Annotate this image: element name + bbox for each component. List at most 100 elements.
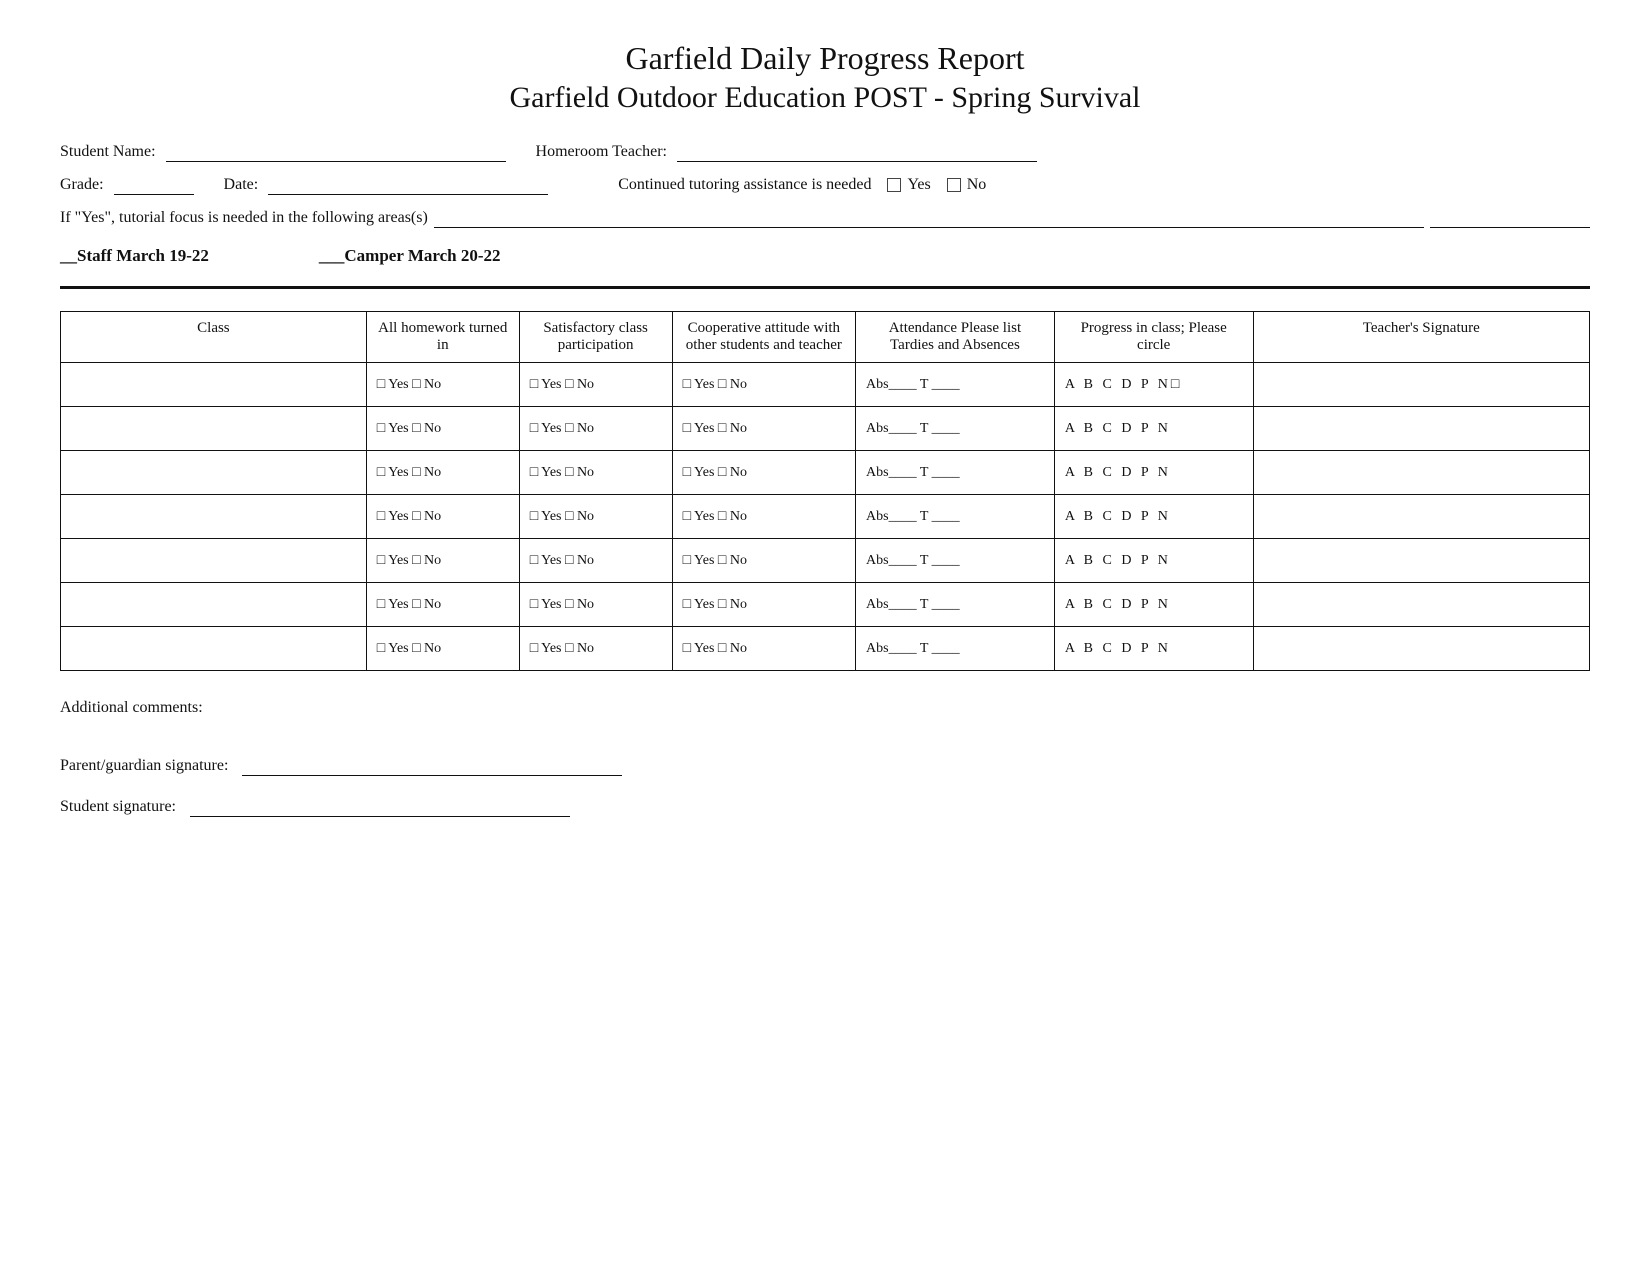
grade-letters-cell[interactable]: A B C D P N	[1054, 627, 1253, 671]
grade-letters-cell[interactable]: A B C D P N□	[1054, 363, 1253, 407]
yes-no-cell-1[interactable]: □ Yes □ No	[519, 583, 672, 627]
title-line2: Garfield Outdoor Education POST - Spring…	[60, 81, 1590, 115]
yes-no-cell-0[interactable]: □ Yes □ No	[366, 451, 519, 495]
date-field[interactable]	[268, 176, 548, 195]
no-checkbox-label[interactable]: No	[947, 176, 987, 194]
camper-label: ___Camper March 20-22	[319, 246, 501, 266]
focus-field[interactable]	[434, 209, 1424, 228]
col-class-header: Class	[61, 312, 367, 363]
grade-date-row: Grade: Date: Continued tutoring assistan…	[60, 176, 1590, 195]
teacher-sig-cell[interactable]	[1253, 451, 1589, 495]
homeroom-teacher-field[interactable]	[677, 143, 1037, 162]
yes-checkbox[interactable]	[887, 178, 901, 192]
col-participation-header: Satisfactory class participation	[519, 312, 672, 363]
no-checkbox[interactable]	[947, 178, 961, 192]
student-name-field[interactable]	[166, 143, 506, 162]
student-sig-line[interactable]	[190, 798, 570, 817]
focus-field2[interactable]	[1430, 209, 1590, 228]
page-header: Garfield Daily Progress Report Garfield …	[60, 40, 1590, 115]
yes-no-cell-0[interactable]: □ Yes □ No	[366, 539, 519, 583]
yes-no-cell-0[interactable]: □ Yes □ No	[366, 363, 519, 407]
yes-no-cell-0[interactable]: □ Yes □ No	[366, 627, 519, 671]
grade-field[interactable]	[114, 176, 194, 195]
table-header-row: Class All homework turned in Satisfactor…	[61, 312, 1590, 363]
abs-t-cell[interactable]: Abs____ T ____	[856, 407, 1055, 451]
student-teacher-row: Student Name: Homeroom Teacher:	[60, 143, 1590, 162]
col-signature-header: Teacher's Signature	[1253, 312, 1589, 363]
divider	[60, 286, 1590, 289]
student-name-label: Student Name:	[60, 143, 156, 161]
homeroom-teacher-label: Homeroom Teacher:	[536, 143, 667, 161]
yes-no-cell-2[interactable]: □ Yes □ No	[672, 451, 855, 495]
yes-checkbox-label[interactable]: Yes	[887, 176, 930, 194]
focus-row: If "Yes", tutorial focus is needed in th…	[60, 209, 1590, 228]
abs-t-cell[interactable]: Abs____ T ____	[856, 539, 1055, 583]
abs-t-cell[interactable]: Abs____ T ____	[856, 583, 1055, 627]
table-row: □ Yes □ No□ Yes □ No□ Yes □ NoAbs____ T …	[61, 539, 1590, 583]
table-row: □ Yes □ No□ Yes □ No□ Yes □ NoAbs____ T …	[61, 583, 1590, 627]
col-attendance-header: Attendance Please list Tardies and Absen…	[856, 312, 1055, 363]
student-sig-row: Student signature:	[60, 798, 1590, 817]
main-table: Class All homework turned in Satisfactor…	[60, 311, 1590, 671]
class-cell[interactable]	[61, 627, 367, 671]
teacher-sig-cell[interactable]	[1253, 407, 1589, 451]
yes-no-cell-1[interactable]: □ Yes □ No	[519, 451, 672, 495]
grade-letters-cell[interactable]: A B C D P N	[1054, 407, 1253, 451]
tutoring-section: Continued tutoring assistance is needed …	[618, 176, 986, 194]
no-label: No	[967, 176, 987, 194]
yes-no-cell-2[interactable]: □ Yes □ No	[672, 363, 855, 407]
yes-no-cell-1[interactable]: □ Yes □ No	[519, 627, 672, 671]
yes-no-cell-0[interactable]: □ Yes □ No	[366, 495, 519, 539]
teacher-sig-cell[interactable]	[1253, 363, 1589, 407]
grade-letters-cell[interactable]: A B C D P N	[1054, 539, 1253, 583]
staff-camper-row: __Staff March 19-22 ___Camper March 20-2…	[60, 246, 1590, 266]
class-cell[interactable]	[61, 539, 367, 583]
abs-t-cell[interactable]: Abs____ T ____	[856, 627, 1055, 671]
yes-no-cell-2[interactable]: □ Yes □ No	[672, 495, 855, 539]
yes-no-cell-2[interactable]: □ Yes □ No	[672, 627, 855, 671]
yes-no-cell-2[interactable]: □ Yes □ No	[672, 583, 855, 627]
table-row: □ Yes □ No□ Yes □ No□ Yes □ NoAbs____ T …	[61, 495, 1590, 539]
grade-letters-cell[interactable]: A B C D P N	[1054, 451, 1253, 495]
grade-label: Grade:	[60, 176, 104, 194]
form-section: Student Name: Homeroom Teacher: Grade: D…	[60, 143, 1590, 266]
table-row: □ Yes □ No□ Yes □ No□ Yes □ NoAbs____ T …	[61, 363, 1590, 407]
yes-no-cell-1[interactable]: □ Yes □ No	[519, 495, 672, 539]
table-row: □ Yes □ No□ Yes □ No□ Yes □ NoAbs____ T …	[61, 627, 1590, 671]
focus-label: If "Yes", tutorial focus is needed in th…	[60, 209, 428, 227]
col-homework-header: All homework turned in	[366, 312, 519, 363]
class-cell[interactable]	[61, 407, 367, 451]
abs-t-cell[interactable]: Abs____ T ____	[856, 451, 1055, 495]
class-cell[interactable]	[61, 363, 367, 407]
yes-no-cell-2[interactable]: □ Yes □ No	[672, 407, 855, 451]
abs-t-cell[interactable]: Abs____ T ____	[856, 363, 1055, 407]
table-row: □ Yes □ No□ Yes □ No□ Yes □ NoAbs____ T …	[61, 407, 1590, 451]
yes-no-cell-1[interactable]: □ Yes □ No	[519, 407, 672, 451]
date-label: Date:	[224, 176, 259, 194]
teacher-sig-cell[interactable]	[1253, 539, 1589, 583]
yes-no-cell-2[interactable]: □ Yes □ No	[672, 539, 855, 583]
table-row: □ Yes □ No□ Yes □ No□ Yes □ NoAbs____ T …	[61, 451, 1590, 495]
abs-t-cell[interactable]: Abs____ T ____	[856, 495, 1055, 539]
class-cell[interactable]	[61, 583, 367, 627]
parent-sig-row: Parent/guardian signature:	[60, 757, 1590, 776]
class-cell[interactable]	[61, 495, 367, 539]
parent-sig-line[interactable]	[242, 757, 622, 776]
signature-section: Parent/guardian signature: Student signa…	[60, 757, 1590, 817]
class-cell[interactable]	[61, 451, 367, 495]
tutoring-label: Continued tutoring assistance is needed	[618, 176, 871, 194]
yes-no-cell-0[interactable]: □ Yes □ No	[366, 407, 519, 451]
yes-no-cell-1[interactable]: □ Yes □ No	[519, 539, 672, 583]
grade-letters-cell[interactable]: A B C D P N	[1054, 583, 1253, 627]
yes-no-cell-0[interactable]: □ Yes □ No	[366, 583, 519, 627]
parent-sig-label: Parent/guardian signature:	[60, 757, 228, 775]
yes-label: Yes	[907, 176, 930, 194]
yes-no-cell-1[interactable]: □ Yes □ No	[519, 363, 672, 407]
teacher-sig-cell[interactable]	[1253, 583, 1589, 627]
teacher-sig-cell[interactable]	[1253, 495, 1589, 539]
title-line1: Garfield Daily Progress Report	[60, 40, 1590, 77]
teacher-sig-cell[interactable]	[1253, 627, 1589, 671]
grade-letters-cell[interactable]: A B C D P N	[1054, 495, 1253, 539]
additional-comments-section: Additional comments:	[60, 699, 1590, 717]
col-progress-header: Progress in class; Please circle	[1054, 312, 1253, 363]
